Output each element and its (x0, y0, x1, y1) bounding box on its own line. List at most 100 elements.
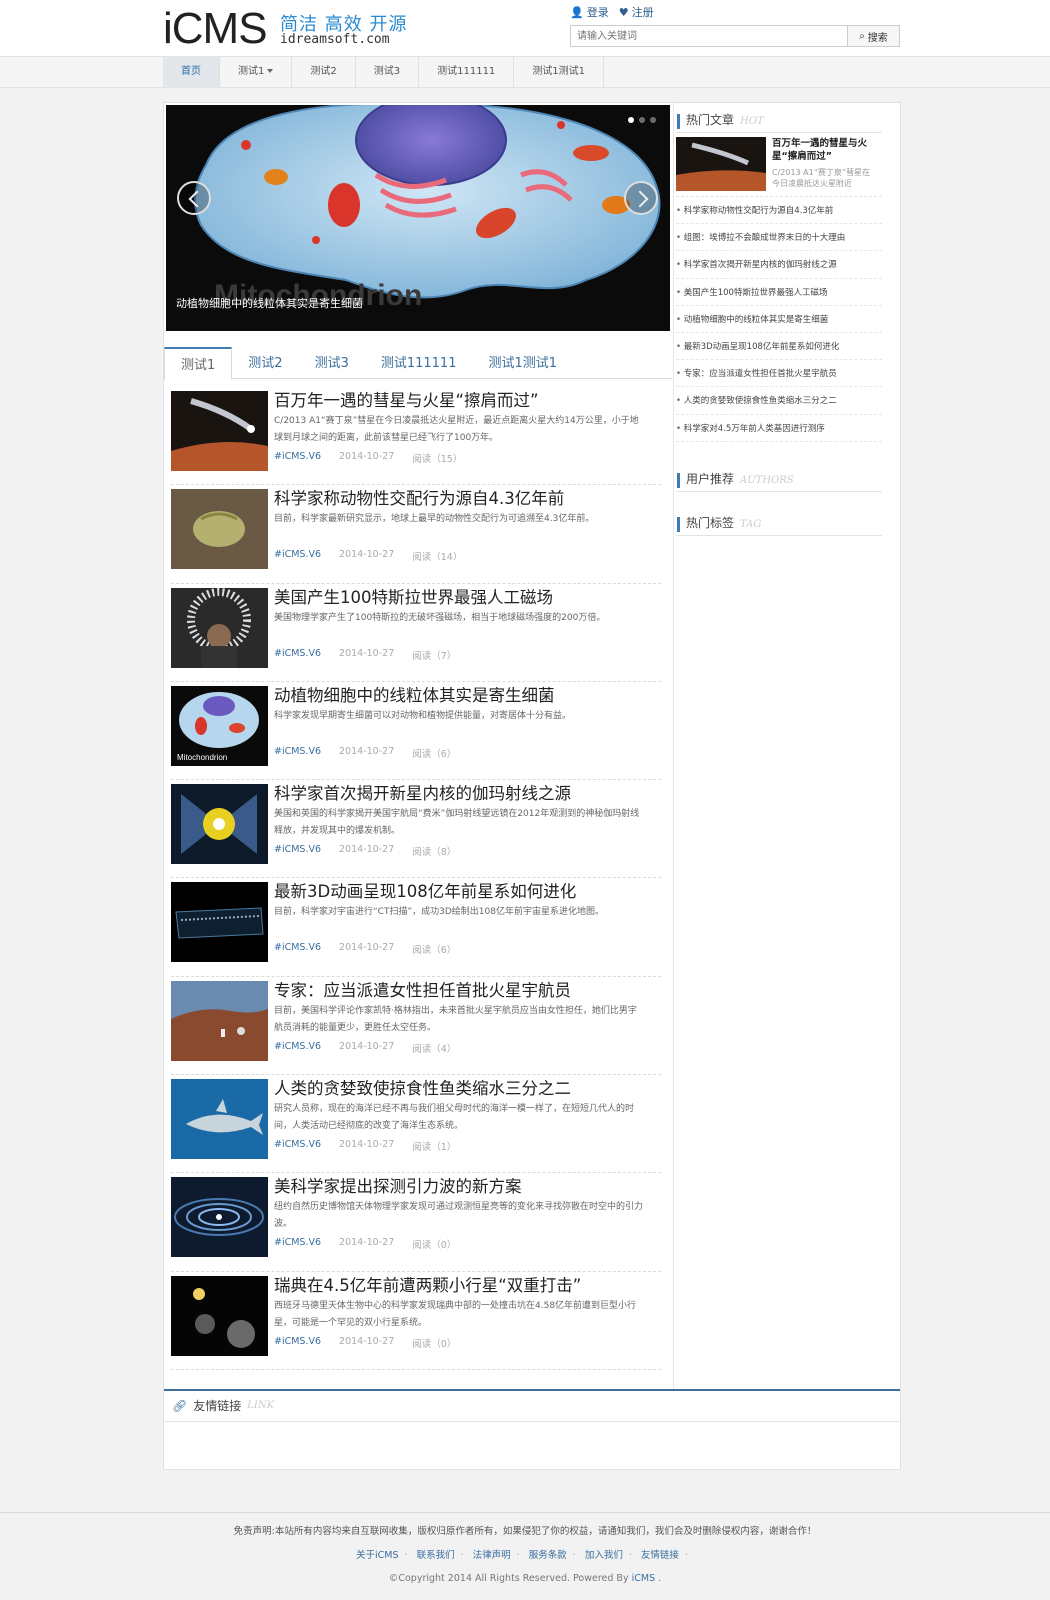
slide-dot[interactable] (650, 117, 656, 123)
nav-item-test2[interactable]: 测试2 (292, 57, 356, 87)
article-thumbnail[interactable] (171, 1275, 268, 1356)
article-date: 2014-10-27 (339, 451, 395, 462)
slide-dot[interactable] (628, 117, 634, 123)
article-summary: 西班牙马德里天体生物中心的科学家发现瑞典中部的一处撞击坑在4.58亿年前遭到巨型… (274, 1300, 637, 1328)
tab-test111111[interactable]: 测试111111 (365, 347, 473, 379)
hot-list-item[interactable]: 最新3D动画呈现108亿年前星系如何进化 (676, 333, 882, 361)
footer-brand-link[interactable]: iCMS (632, 1573, 656, 1584)
user-recommend-heading: 用户推荐 AUTHORS (676, 464, 882, 492)
article-title[interactable]: 科学家首次揭开新星内核的伽玛射线之源 (274, 780, 571, 804)
search-input[interactable] (571, 26, 847, 46)
slide-prev-button[interactable] (177, 181, 211, 215)
hot-feature-thumbnail[interactable] (676, 137, 766, 191)
caret-down-icon (267, 69, 274, 73)
list-item: 瑞典在4.5亿年前遭两颗小行星“双重打击” 西班牙马德里天体生物中心的科学家发现… (171, 1272, 661, 1370)
article-reads: 阅读（0） (412, 1338, 457, 1350)
hot-articles-heading: 热门文章 HOT (676, 105, 882, 133)
hot-feature-article[interactable]: 百万年一遇的彗星与火星“擦肩而过” C/2013 A1“赛丁泉”彗星在今日凌晨抵… (676, 133, 882, 197)
image-slider[interactable]: Mitochondrion 动植物细胞中的线粒体其实是寄生细菌 (166, 105, 670, 331)
article-tag[interactable]: #iCMS.V6 (274, 1336, 321, 1350)
article-title[interactable]: 瑞典在4.5亿年前遭两颗小行星“双重打击” (274, 1272, 581, 1296)
tab-test3[interactable]: 测试3 (299, 347, 365, 379)
hot-list-item[interactable]: 美国产生100特斯拉世界最强人工磁场 (676, 279, 882, 306)
list-item: 美国产生100特斯拉世界最强人工磁场 美国物理学家产生了100特斯拉的无破坏强磁… (171, 584, 661, 682)
search-box: ⌕ 搜索 (570, 25, 900, 47)
article-thumbnail[interactable] (171, 980, 268, 1061)
article-meta: #iCMS.V6 2014-10-27 阅读（0） (274, 1237, 456, 1251)
article-thumbnail[interactable] (171, 391, 268, 471)
search-button[interactable]: ⌕ 搜索 (847, 26, 899, 46)
article-thumbnail[interactable] (171, 784, 268, 865)
article-tag[interactable]: #iCMS.V6 (274, 1139, 321, 1153)
login-link[interactable]: 👤 登录 (570, 4, 609, 20)
article-title[interactable]: 百万年一遇的彗星与火星“擦肩而过” (274, 387, 539, 411)
slide-caption[interactable]: 动植物细胞中的线粒体其实是寄生细菌 (176, 295, 363, 311)
hot-feature-title[interactable]: 百万年一遇的彗星与火星“擦肩而过” (772, 137, 876, 163)
slide-indicators (628, 117, 656, 123)
hot-list-item[interactable]: 科学家对4.5万年前人类基因进行测序 (676, 415, 882, 442)
article-date: 2014-10-27 (339, 1139, 395, 1151)
footer-link-friends[interactable]: 友情链接 (641, 1550, 679, 1561)
tab-test2[interactable]: 测试2 (232, 347, 298, 379)
article-title[interactable]: 人类的贪婪致使掠食性鱼类缩水三分之二 (274, 1075, 571, 1099)
slide-next-button[interactable] (624, 181, 658, 215)
article-title[interactable]: 美国产生100特斯拉世界最强人工磁场 (274, 584, 553, 608)
site-logo[interactable]: iCMS 简洁 高效 开源 idreamsoft.com (163, 4, 406, 53)
article-tag[interactable]: #iCMS.V6 (274, 1237, 321, 1251)
article-tag[interactable]: #iCMS.V6 (274, 746, 321, 760)
article-reads: 阅读（15） (412, 454, 463, 465)
hot-list-item[interactable]: 科学家首次揭开新星内核的伽玛射线之源 (676, 251, 882, 279)
article-title[interactable]: 专家：应当派遣女性担任首批火星宇航员 (274, 977, 571, 1001)
list-item: Mitochondrion 动植物细胞中的线粒体其实是寄生细菌 科学家发现早期寄… (171, 682, 661, 781)
article-title[interactable]: 动植物细胞中的线粒体其实是寄生细菌 (274, 682, 555, 706)
article-title[interactable]: 最新3D动画呈现108亿年前星系如何进化 (274, 878, 576, 902)
footer-link-contact[interactable]: 联系我们 (417, 1550, 455, 1561)
article-thumbnail[interactable] (171, 489, 268, 570)
nav-item-home[interactable]: 首页 (163, 57, 220, 87)
article-tag[interactable]: #iCMS.V6 (274, 648, 321, 662)
category-tabs: 测试1 测试2 测试3 测试111111 测试1测试1 (164, 347, 672, 380)
main-column: Mitochondrion 动植物细胞中的线粒体其实是寄生细菌 测试1 测试2 … (164, 103, 674, 1413)
slide-dot[interactable] (639, 117, 645, 123)
main-nav: 首页 测试1 测试2 测试3 测试111111 测试1测试1 (163, 57, 605, 87)
nav-item-test1[interactable]: 测试1 (220, 57, 293, 87)
article-reads: 阅读（7） (412, 650, 457, 662)
footer-link-legal[interactable]: 法律声明 (473, 1550, 511, 1561)
friend-links-heading: 🔗︎ 友情链接 LINK (172, 1398, 275, 1414)
list-item: 科学家称动物性交配行为源自4.3亿年前 目前，科学家最新研究显示，地球上最早的动… (171, 485, 661, 584)
article-reads: 阅读（4） (412, 1043, 457, 1055)
hot-list-item[interactable]: 组图：埃博拉不会酿成世界末日的十大理由 (676, 224, 882, 252)
nav-item-test3[interactable]: 测试3 (356, 57, 420, 87)
hot-list-item[interactable]: 动植物细胞中的线粒体其实是寄生细菌 (676, 306, 882, 333)
register-link[interactable]: ♥ 注册 (619, 4, 654, 20)
article-tag[interactable]: #iCMS.V6 (274, 451, 321, 465)
footer-link-about[interactable]: 关于iCMS (356, 1550, 399, 1561)
article-thumbnail[interactable] (171, 587, 268, 668)
article-tag[interactable]: #iCMS.V6 (274, 942, 321, 956)
article-tag[interactable]: #iCMS.V6 (274, 1041, 321, 1055)
article-tag[interactable]: #iCMS.V6 (274, 844, 321, 858)
article-tag[interactable]: #iCMS.V6 (274, 549, 321, 563)
article-summary: 科学家发现早期寄生细菌可以对动物和植物提供能量，对寄居体十分有益。 (274, 710, 572, 721)
footer-link-terms[interactable]: 服务条款 (529, 1550, 567, 1561)
article-meta: #iCMS.V6 2014-10-27 阅读（1） (274, 1139, 456, 1153)
hot-list-item[interactable]: 专家：应当派遣女性担任首批火星宇航员 (676, 360, 882, 388)
footer-link-join[interactable]: 加入我们 (585, 1550, 623, 1561)
hot-list-item[interactable]: 人类的贪婪致使掠食性鱼类缩水三分之二 (676, 387, 882, 415)
nav-item-test111111[interactable]: 测试111111 (419, 57, 515, 87)
article-thumbnail[interactable] (171, 1079, 268, 1160)
nav-item-test1test1[interactable]: 测试1测试1 (514, 57, 605, 87)
article-thumbnail[interactable] (171, 882, 268, 963)
article-meta: #iCMS.V6 2014-10-27 阅读（8） (274, 844, 456, 858)
article-title[interactable]: 美科学家提出探测引力波的新方案 (274, 1173, 522, 1197)
hot-list-item[interactable]: 科学家称动物性交配行为源自4.3亿年前 (676, 197, 882, 225)
user-links: 👤 登录 ♥ 注册 (570, 4, 654, 20)
friend-links-body (164, 1421, 900, 1443)
header: iCMS 简洁 高效 开源 idreamsoft.com 👤登录 ♥注册 ⌕ 搜… (0, 0, 1050, 56)
tab-test1[interactable]: 测试1 (164, 347, 233, 380)
article-thumbnail[interactable] (171, 1177, 268, 1258)
article-title[interactable]: 科学家称动物性交配行为源自4.3亿年前 (274, 485, 564, 509)
article-thumbnail[interactable]: Mitochondrion (171, 685, 268, 766)
logo-text: iCMS (163, 4, 268, 53)
tab-test1test1[interactable]: 测试1测试1 (472, 347, 573, 379)
